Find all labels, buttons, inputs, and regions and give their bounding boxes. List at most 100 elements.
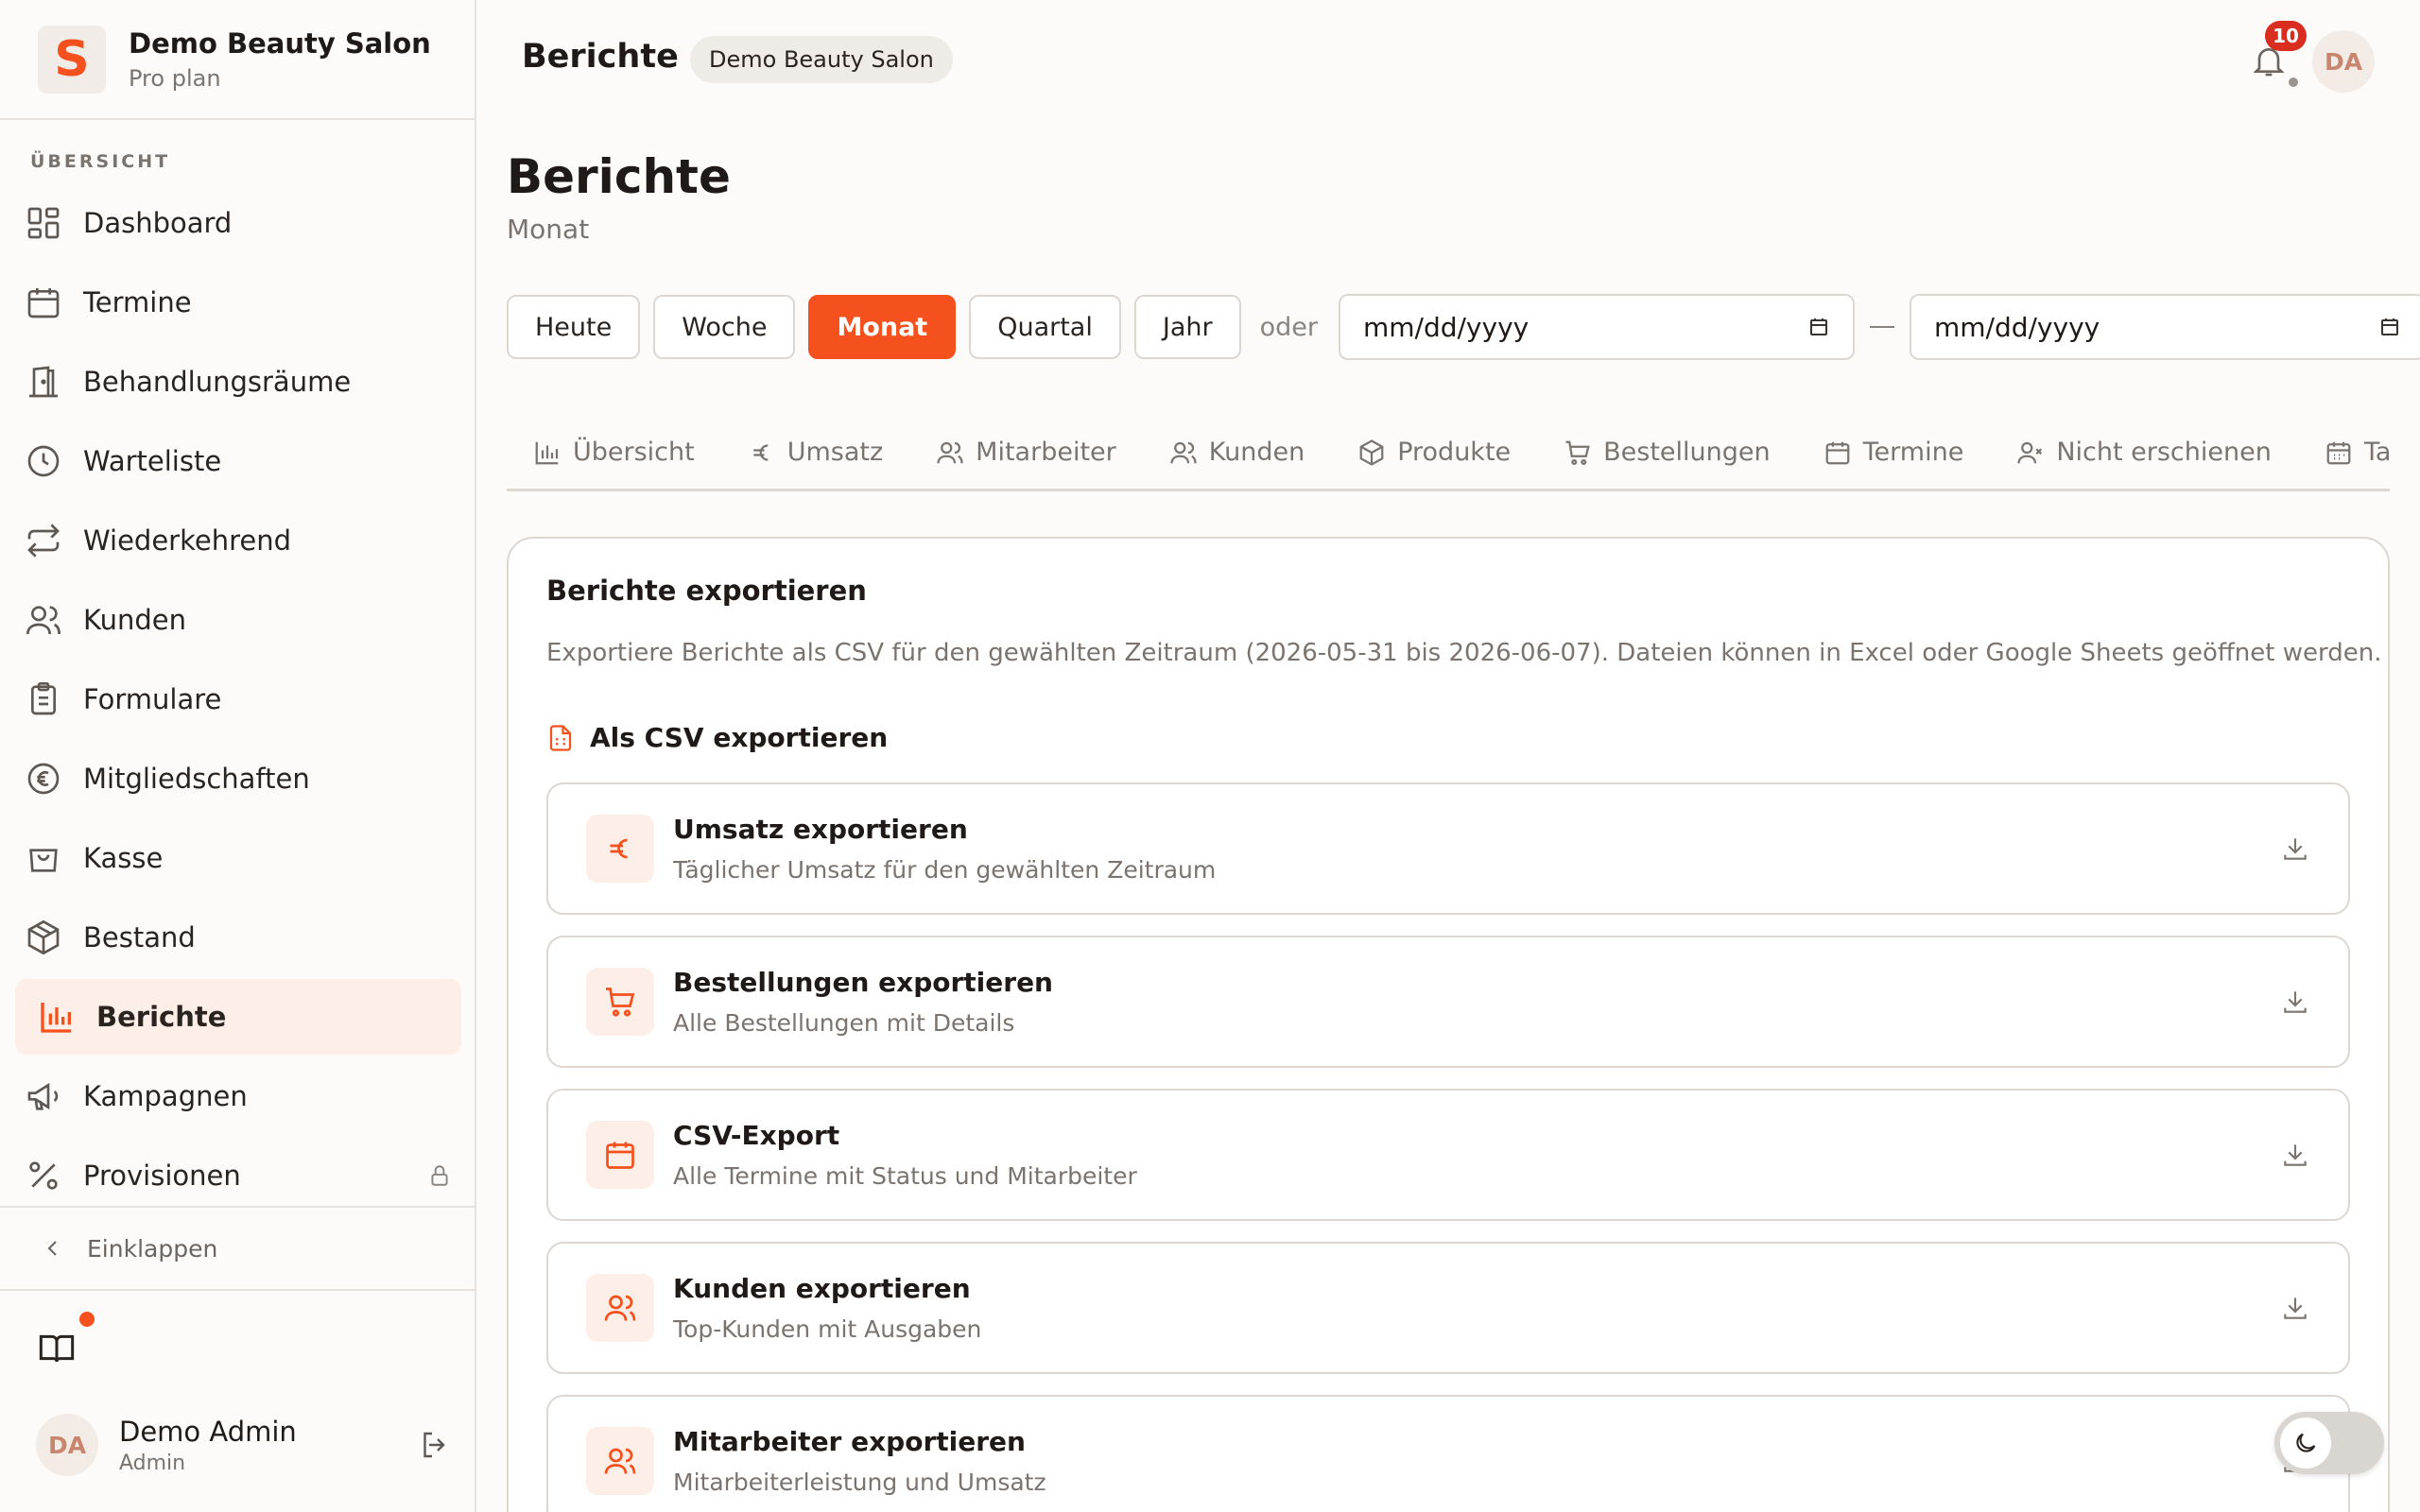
period-button-jahr[interactable]: Jahr bbox=[1133, 295, 1241, 359]
sidebar-item-berichte[interactable]: Berichte bbox=[15, 979, 461, 1055]
tab-tagesl[interactable]: Tagesl bbox=[2325, 438, 2390, 467]
tab-umsatz[interactable]: Umsatz bbox=[748, 438, 883, 467]
tab-label: Übersicht bbox=[573, 438, 695, 467]
export-row-termine[interactable]: CSV-Export Alle Termine mit Status und M… bbox=[546, 1089, 2350, 1221]
export-card-description: Exportiere Berichte als CSV für den gewä… bbox=[546, 639, 2382, 667]
period-button-woche[interactable]: Woche bbox=[653, 295, 796, 359]
sidebar-item-formulare[interactable]: Formulare bbox=[15, 662, 461, 737]
row-title: Mitarbeiter exportieren bbox=[673, 1426, 1026, 1457]
nav-section-label: ÜBERSICHT bbox=[30, 151, 171, 172]
calendar-icon bbox=[606, 1142, 634, 1169]
tab-termine[interactable]: Termine bbox=[1824, 438, 1964, 467]
chevron-left-icon bbox=[47, 1241, 57, 1256]
period-button-quartal[interactable]: Quartal bbox=[969, 295, 1121, 359]
collapse-sidebar-button[interactable]: Einklappen bbox=[0, 1206, 475, 1291]
download-icon[interactable] bbox=[2280, 833, 2310, 864]
brand-name: Demo Beauty Salon bbox=[129, 26, 431, 60]
row-title: Bestellungen exportieren bbox=[673, 967, 1053, 998]
date-to-placeholder: mm/dd/yyyy bbox=[1933, 311, 2100, 343]
csv-heading-label: Als CSV exportieren bbox=[590, 722, 889, 753]
theme-toggle[interactable] bbox=[2274, 1412, 2384, 1474]
export-row-bestellungen[interactable]: Bestellungen exportieren Alle Bestellung… bbox=[546, 936, 2350, 1068]
theme-toggle-knob bbox=[2280, 1418, 2331, 1469]
users-icon bbox=[1170, 441, 1197, 463]
row-icon-box bbox=[586, 1274, 654, 1342]
dashboard-icon bbox=[27, 207, 60, 239]
tab-kunden[interactable]: Kunden bbox=[1169, 438, 1305, 467]
export-row-mitarbeiter[interactable]: Mitarbeiter exportieren Mitarbeiterleist… bbox=[546, 1395, 2350, 1512]
download-icon[interactable] bbox=[2280, 1293, 2310, 1323]
package-icon bbox=[1359, 438, 1384, 466]
package-icon bbox=[27, 919, 60, 955]
sidebar-item-label: Kasse bbox=[83, 842, 164, 874]
user-name: Demo Admin bbox=[119, 1415, 297, 1448]
row-text: Kunden exportieren Top-Kunden mit Ausgab… bbox=[673, 1273, 981, 1343]
bar-chart-icon bbox=[535, 441, 559, 464]
period-button-heute[interactable]: Heute bbox=[507, 295, 641, 359]
row-subtitle: Mitarbeiterleistung und Umsatz bbox=[673, 1469, 1046, 1496]
tab-produkte[interactable]: Produkte bbox=[1357, 438, 1511, 467]
sidebar-item-mitgliedschaften[interactable]: Mitgliedschaften bbox=[15, 741, 461, 816]
logout-icon[interactable] bbox=[418, 1428, 452, 1462]
avatar[interactable]: DA bbox=[36, 1414, 98, 1476]
brand-logo: S bbox=[38, 25, 106, 94]
sidebar-item-warteliste[interactable]: Warteliste bbox=[15, 423, 461, 499]
tab-mitarbeiter[interactable]: Mitarbeiter bbox=[936, 438, 1116, 467]
tab-uebersicht[interactable]: Übersicht bbox=[533, 438, 695, 467]
row-icon-box bbox=[586, 1121, 654, 1189]
export-row-umsatz[interactable]: Umsatz exportieren Täglicher Umsatz für … bbox=[546, 782, 2350, 915]
export-row-kunden[interactable]: Kunden exportieren Top-Kunden mit Ausgab… bbox=[546, 1242, 2350, 1374]
sidebar-item-label: Wiederkehrend bbox=[83, 524, 292, 557]
sidebar-item-bestand[interactable]: Bestand bbox=[15, 900, 461, 975]
sidebar-item-behandlungsraeume[interactable]: Behandlungsräume bbox=[15, 344, 461, 420]
page-subtitle: Monat bbox=[507, 214, 590, 245]
row-subtitle: Alle Termine mit Status und Mitarbeiter bbox=[673, 1162, 1137, 1190]
tab-label: Umsatz bbox=[786, 438, 884, 467]
brand-header[interactable]: S Demo Beauty Salon Pro plan bbox=[0, 0, 475, 120]
or-label: oder bbox=[1259, 312, 1318, 342]
row-title: Kunden exportieren bbox=[673, 1273, 971, 1304]
sidebar-item-label: Mitgliedschaften bbox=[83, 763, 310, 795]
sidebar-item-label: Bestand bbox=[83, 921, 196, 954]
date-to-field[interactable]: mm/dd/yyyy bbox=[1909, 294, 2420, 360]
sidebar-item-dashboard[interactable]: Dashboard bbox=[15, 185, 461, 261]
date-from-field[interactable]: mm/dd/yyyy bbox=[1338, 294, 1855, 360]
tab-bestellungen[interactable]: Bestellungen bbox=[1564, 438, 1771, 467]
file-spreadsheet-icon bbox=[549, 724, 572, 751]
calendar-icon[interactable] bbox=[1807, 316, 1830, 338]
tab-label: Bestellungen bbox=[1603, 438, 1771, 467]
calendar-icon[interactable] bbox=[2378, 316, 2401, 338]
sidebar-item-provisionen[interactable]: Provisionen bbox=[15, 1138, 461, 1213]
tab-label: Mitarbeiter bbox=[976, 438, 1116, 467]
repeat-icon bbox=[27, 524, 60, 558]
book-open-icon[interactable] bbox=[38, 1329, 76, 1366]
row-text: CSV-Export Alle Termine mit Status und M… bbox=[673, 1120, 1137, 1190]
sidebar-item-label: Berichte bbox=[96, 1001, 227, 1033]
row-text: Mitarbeiter exportieren Mitarbeiterleist… bbox=[673, 1426, 1046, 1496]
euro-icon bbox=[610, 838, 628, 859]
tab-nicht-erschienen[interactable]: Nicht erschienen bbox=[2016, 438, 2272, 467]
sidebar-item-label: Kampagnen bbox=[83, 1080, 248, 1112]
sidebar-nav: Dashboard Termine Behandlungsräume Warte… bbox=[15, 185, 461, 1217]
cart-icon bbox=[1565, 440, 1590, 465]
download-icon[interactable] bbox=[2280, 1140, 2310, 1170]
sidebar-item-kunden[interactable]: Kunden bbox=[15, 582, 461, 658]
tab-label: Termine bbox=[1862, 438, 1964, 467]
row-icon-box bbox=[586, 968, 654, 1036]
date-from-placeholder: mm/dd/yyyy bbox=[1362, 311, 1530, 343]
sidebar-item-termine[interactable]: Termine bbox=[15, 265, 461, 340]
download-icon[interactable] bbox=[2280, 987, 2310, 1017]
user-avatar[interactable]: DA bbox=[2312, 30, 2375, 93]
euro-circle-icon bbox=[27, 763, 60, 795]
sidebar-item-kasse[interactable]: Kasse bbox=[15, 820, 461, 896]
topbar-title: Berichte bbox=[522, 38, 679, 76]
sidebar-item-label: Kunden bbox=[83, 604, 186, 636]
period-button-monat[interactable]: Monat bbox=[808, 295, 957, 359]
report-tabs: Übersicht Umsatz Mitarbeiter Kunden Prod… bbox=[507, 416, 2390, 491]
euro-icon bbox=[752, 443, 769, 461]
export-card-title: Berichte exportieren bbox=[546, 575, 867, 607]
sidebar-item-wiederkehrend[interactable]: Wiederkehrend bbox=[15, 503, 461, 578]
calendar-icon bbox=[27, 288, 60, 318]
salon-chip[interactable]: Demo Beauty Salon bbox=[690, 36, 953, 83]
sidebar-item-kampagnen[interactable]: Kampagnen bbox=[15, 1058, 461, 1134]
